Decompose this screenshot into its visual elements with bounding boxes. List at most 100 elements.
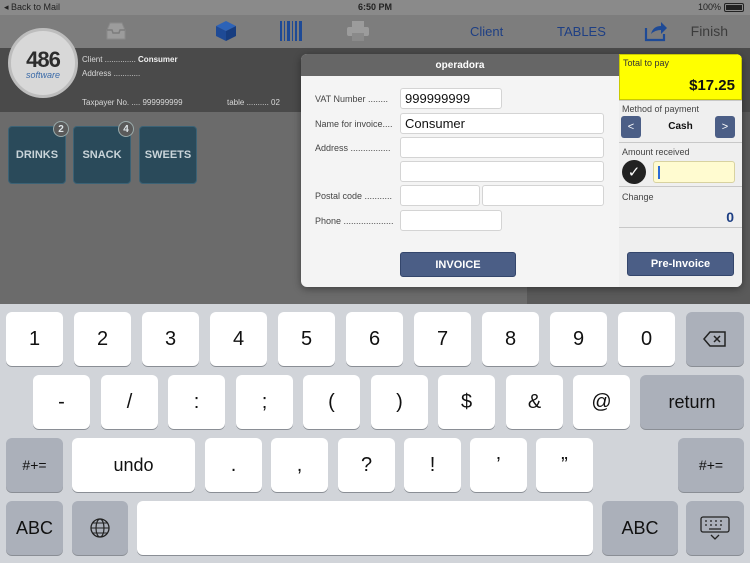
client-info: Client .............. Consumer (82, 55, 178, 64)
share-icon[interactable] (644, 20, 668, 42)
key-apostrophe[interactable]: ’ (470, 438, 527, 492)
method-label: Method of payment (622, 104, 700, 114)
vat-input[interactable]: 999999999 (400, 88, 502, 109)
total-label: Total to pay (623, 58, 670, 68)
name-input[interactable]: Consumer (400, 113, 604, 134)
battery-status: 100% (698, 2, 744, 12)
key-at[interactable]: @ (573, 375, 630, 429)
key-6[interactable]: 6 (346, 312, 403, 366)
client-value: Consumer (138, 55, 178, 64)
key-hyphen[interactable]: - (33, 375, 90, 429)
address-input-2[interactable] (400, 161, 604, 182)
address-label: Address ................ (315, 143, 391, 153)
abc-key-right[interactable]: ABC (602, 501, 678, 555)
table-info: table .......... 02 (227, 98, 280, 107)
status-bar: ◂ Back to Mail 6:50 PM 100% (0, 0, 750, 15)
key-8[interactable]: 8 (482, 312, 539, 366)
amount-received-section: Amount received ✓ (619, 142, 742, 186)
key-question[interactable]: ? (338, 438, 395, 492)
dialog-title: operadora (435, 60, 485, 71)
key-7[interactable]: 7 (414, 312, 471, 366)
change-section: Change 0 (619, 186, 742, 228)
key-3[interactable]: 3 (142, 312, 199, 366)
key-open-paren[interactable]: ( (303, 375, 360, 429)
finish-button[interactable]: Finish (691, 23, 728, 39)
total-to-pay: Total to pay $17.25 (619, 54, 742, 100)
address-input-1[interactable] (400, 137, 604, 158)
space-key[interactable] (137, 501, 593, 555)
vat-label: VAT Number ........ (315, 94, 389, 104)
phone-input[interactable] (400, 210, 502, 231)
client-button[interactable]: Client (470, 24, 503, 39)
invoice-dialog: operadora VAT Number ........ 999999999 … (301, 54, 742, 287)
battery-icon (724, 2, 744, 12)
text-cursor (658, 166, 660, 179)
category-label: SWEETS (144, 149, 192, 161)
inbox-icon[interactable] (104, 20, 128, 42)
amount-received-input[interactable] (653, 161, 735, 183)
category-label: DRINKS (15, 149, 59, 161)
undo-key[interactable]: undo (72, 438, 195, 492)
key-5[interactable]: 5 (278, 312, 335, 366)
invoice-button[interactable]: INVOICE (400, 252, 516, 277)
key-comma[interactable]: , (271, 438, 328, 492)
barcode-icon[interactable] (279, 20, 303, 42)
postal-code-input[interactable] (400, 185, 480, 206)
table-value: 02 (271, 98, 280, 107)
key-4[interactable]: 4 (210, 312, 267, 366)
category-badge: 2 (53, 121, 69, 137)
category-badge: 4 (118, 121, 134, 137)
symbols-key-right[interactable]: #+= (678, 438, 744, 492)
symbols-key-left[interactable]: #+= (6, 438, 63, 492)
printer-icon[interactable] (346, 20, 370, 42)
backspace-key[interactable] (686, 312, 744, 366)
key-period[interactable]: . (205, 438, 262, 492)
toolbar: Client TABLES Finish (0, 15, 750, 48)
key-slash[interactable]: / (101, 375, 158, 429)
key-semicolon[interactable]: ; (236, 375, 293, 429)
globe-key[interactable] (72, 501, 128, 555)
key-dollar[interactable]: $ (438, 375, 495, 429)
key-0[interactable]: 0 (618, 312, 675, 366)
key-close-paren[interactable]: ) (371, 375, 428, 429)
next-method-button[interactable]: > (715, 116, 735, 138)
box-icon[interactable] (214, 20, 238, 42)
tables-button[interactable]: TABLES (557, 24, 606, 39)
key-9[interactable]: 9 (550, 312, 607, 366)
change-label: Change (622, 192, 654, 202)
category-drinks[interactable]: DRINKS 2 (8, 121, 69, 184)
key-quote[interactable]: ” (536, 438, 593, 492)
keyboard-dismiss-icon (700, 516, 730, 540)
total-value: $17.25 (689, 77, 735, 94)
key-colon[interactable]: : (168, 375, 225, 429)
status-time: 6:50 PM (357, 2, 392, 12)
category-sweets[interactable]: SWEETS (139, 126, 197, 184)
category-snack[interactable]: SNACK 4 (73, 121, 134, 184)
table-label: table .......... (227, 98, 269, 107)
payment-method: Method of payment < Cash > (619, 100, 742, 142)
client-label: Client .............. (82, 55, 136, 64)
pre-invoice-button[interactable]: Pre-Invoice (627, 252, 734, 276)
name-label: Name for invoice.... (315, 119, 393, 129)
dismiss-keyboard-key[interactable] (686, 501, 744, 555)
backspace-icon (703, 331, 726, 347)
key-1[interactable]: 1 (6, 312, 63, 366)
key-ampersand[interactable]: & (506, 375, 563, 429)
battery-percent: 100% (697, 2, 721, 12)
received-label: Amount received (622, 147, 690, 157)
key-exclamation[interactable]: ! (404, 438, 461, 492)
category-label: SNACK (82, 149, 122, 161)
taxpayer-info: Taxpayer No. .... 999999999 (82, 98, 183, 107)
return-key[interactable]: return (640, 375, 744, 429)
postal-city-input[interactable] (482, 185, 604, 206)
key-2[interactable]: 2 (74, 312, 131, 366)
postal-label: Postal code ........... (315, 191, 393, 201)
abc-key-left[interactable]: ABC (6, 501, 63, 555)
confirm-check-icon[interactable]: ✓ (622, 160, 646, 184)
app-logo: 486 software (8, 28, 78, 98)
globe-icon (90, 518, 110, 538)
payment-panel: Total to pay $17.25 Method of payment < … (619, 54, 742, 287)
taxpayer-value: 999999999 (142, 98, 183, 107)
change-value: 0 (726, 209, 734, 225)
taxpayer-label: Taxpayer No. .... (82, 98, 141, 107)
